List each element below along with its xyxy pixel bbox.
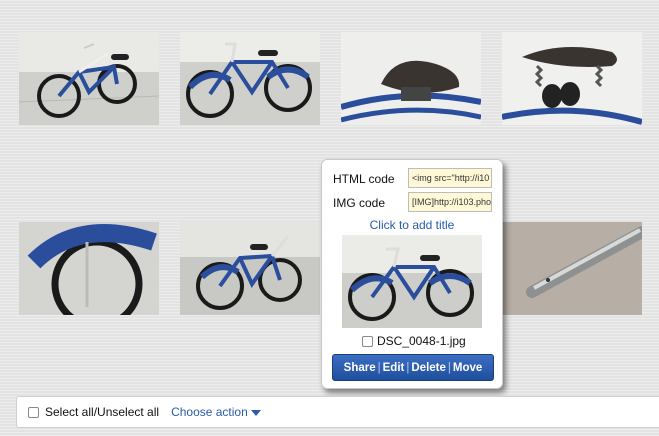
img-code-label: IMG code	[333, 196, 386, 210]
edit-button[interactable]: Edit	[383, 362, 405, 374]
action-button-group: Share | Edit | Delete | Move	[332, 354, 494, 381]
delete-button[interactable]: Delete	[411, 362, 446, 374]
chevron-down-icon	[250, 410, 261, 416]
bicycle-photo-icon	[19, 32, 159, 125]
select-all-checkbox[interactable]	[28, 406, 39, 418]
saddle-springs-photo-icon	[502, 32, 642, 125]
action-separator: |	[377, 361, 381, 374]
bicycle-photo-icon	[342, 235, 482, 328]
front-fender-photo-icon	[19, 222, 159, 315]
photo-thumbnail[interactable]	[502, 32, 642, 125]
photo-thumbnail[interactable]	[19, 222, 159, 315]
html-code-field[interactable]: <img src="http://i10	[408, 168, 492, 188]
html-code-label: HTML code	[333, 172, 395, 186]
action-separator: |	[447, 361, 451, 374]
bicycle-photo-icon	[180, 32, 320, 125]
action-separator: |	[406, 361, 410, 374]
choose-action-label: Choose action	[171, 405, 248, 419]
bicycle-photo-icon	[180, 222, 320, 315]
chrome-tube-photo-icon	[502, 222, 642, 315]
bulk-action-bar: Select all/Unselect all Choose action	[16, 396, 659, 428]
add-title-link[interactable]: Click to add title	[322, 218, 502, 232]
filename-row: DSC_0048-1.jpg	[362, 334, 466, 348]
saddle-photo-icon	[341, 32, 481, 125]
photo-thumbnail[interactable]	[180, 32, 320, 125]
move-button[interactable]: Move	[453, 362, 482, 374]
photo-popup: HTML code <img src="http://i10 IMG code …	[321, 159, 503, 389]
photo-thumbnail[interactable]	[341, 32, 481, 125]
photo-thumbnail[interactable]	[180, 222, 320, 315]
img-code-field[interactable]: [IMG]http://i103.pho	[408, 192, 492, 212]
select-all-label[interactable]: Select all/Unselect all	[45, 405, 159, 419]
photo-thumbnail[interactable]	[502, 222, 642, 315]
choose-action-dropdown[interactable]: Choose action	[171, 405, 261, 419]
photo-preview[interactable]	[342, 235, 482, 328]
share-button[interactable]: Share	[344, 362, 376, 374]
photo-thumbnail[interactable]	[19, 32, 159, 125]
filename-label: DSC_0048-1.jpg	[377, 334, 466, 348]
photo-checkbox[interactable]	[362, 335, 373, 347]
